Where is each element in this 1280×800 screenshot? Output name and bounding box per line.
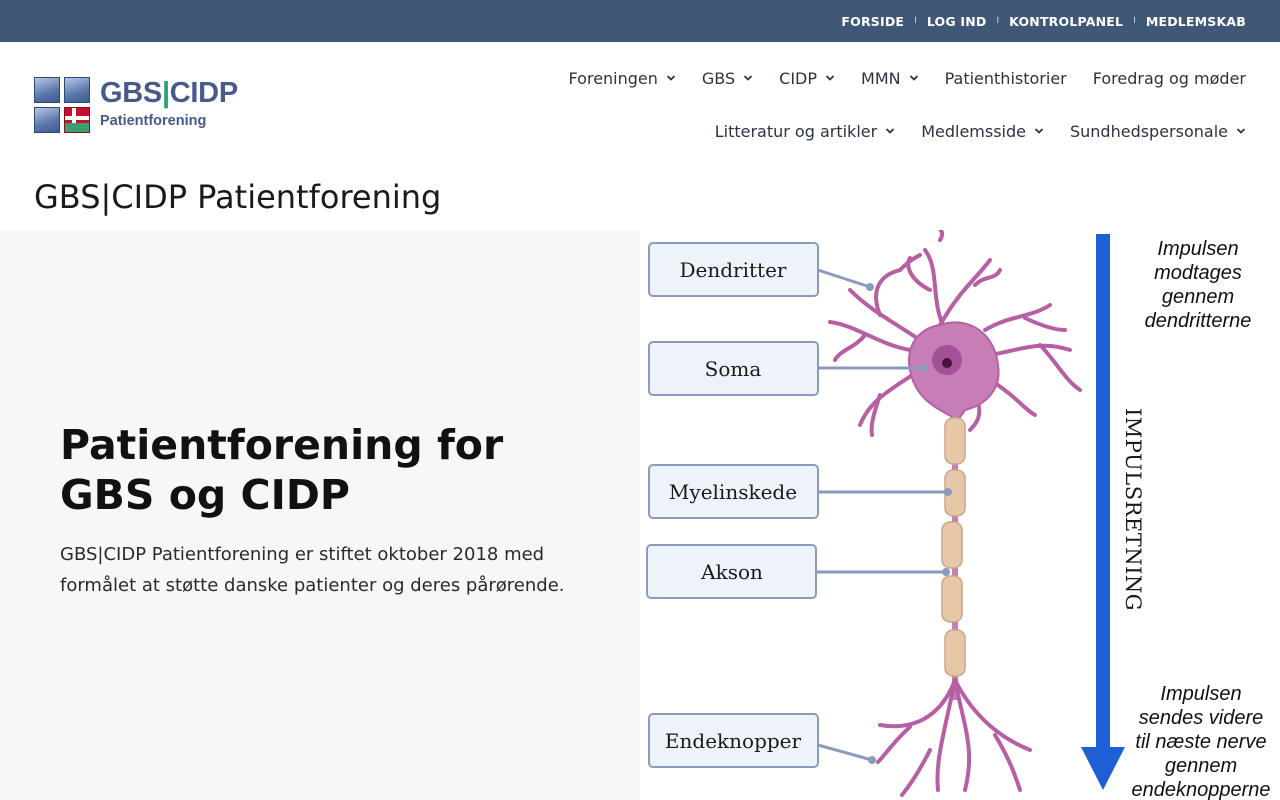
svg-text:Endeknopper: Endeknopper [665,729,802,753]
page-title: GBS|CIDP Patientforening [34,178,442,216]
hero-description: GBS|CIDP Patientforening er stiftet okto… [60,544,565,596]
chevron-down-icon [1236,128,1246,134]
myelin-sheath-shape [941,417,966,677]
nav-item-foreningen[interactable]: Foreningen [569,69,676,88]
top-note: Impulsen modtages gennem dendritterne [1145,238,1252,332]
nav-item-foredrag-og-moder[interactable]: Foredrag og møder [1093,69,1246,88]
logo-mark-icon [34,77,90,133]
chevron-down-icon [666,75,676,81]
chevron-down-icon [909,75,918,81]
danish-flag-icon [64,107,90,133]
nav-item-cidp[interactable]: CIDP [779,69,835,88]
impulse-arrow-shaft [1096,234,1110,749]
svg-text:Soma: Soma [705,357,762,381]
top-link-separator: I [1133,16,1136,26]
main-navigation: Foreningen GBS CIDP MMN Patienthistorier… [486,56,1246,153]
label-dendritter: Dendritter [648,242,874,297]
svg-text:modtages: modtages [1154,262,1242,284]
impulse-arrow-head [1081,747,1125,790]
svg-text:til næste nerve: til næste nerve [1135,731,1266,753]
nav-item-gbs[interactable]: GBS [702,69,753,88]
top-link-log-ind[interactable]: LOG IND [927,14,987,29]
label-endeknopper: Endeknopper [648,713,876,768]
top-link-separator: I [914,16,917,26]
svg-text:Dendritter: Dendritter [680,258,787,282]
nav-item-sundhedspersonale[interactable]: Sundhedspersonale [1070,122,1246,141]
svg-text:endeknopperne: endeknopperne [1131,779,1270,800]
top-utility-bar: FORSIDE I LOG IND I KONTROLPANEL I MEDLE… [0,0,1280,42]
nav-item-mmn[interactable]: MMN [861,69,919,88]
bottom-note: Impulsen sendes videre til næste nerve g… [1131,683,1270,800]
nav-item-litteratur-og-artikler[interactable]: Litteratur og artikler [715,122,895,141]
hero-text-panel: Patientforening for GBS og CIDP GBS|CIDP… [0,230,640,800]
label-soma: Soma [648,341,928,396]
svg-text:gennem: gennem [1162,286,1234,308]
site-logo[interactable]: GBS|CIDP Patientforening [34,77,249,133]
chevron-down-icon [744,75,753,81]
neuron-diagram-image: Dendritter Soma Myelinskede Akson Endekn… [640,230,1280,800]
top-link-kontrolpanel[interactable]: KONTROLPANEL [1009,14,1123,29]
impulse-direction-label: IMPULSRETNING [1121,408,1145,611]
top-link-forside[interactable]: FORSIDE [841,14,904,29]
top-utility-nav: FORSIDE I LOG IND I KONTROLPANEL I MEDLE… [841,0,1246,42]
svg-text:Impulsen: Impulsen [1160,683,1241,705]
nav-item-patienthistorier[interactable]: Patienthistorier [945,69,1067,88]
label-akson: Akson [646,544,950,599]
logo-subtitle: Patientforening [100,113,207,129]
top-link-separator: I [996,16,1000,26]
svg-text:sendes videre: sendes videre [1139,707,1264,729]
neuron-diagram: Dendritter Soma Myelinskede Akson Endekn… [646,230,1271,800]
top-link-medlemskab[interactable]: MEDLEMSKAB [1146,14,1246,29]
main-nav-row-1: Foreningen GBS CIDP MMN Patienthistorier… [486,56,1246,100]
svg-text:Myelinskede: Myelinskede [669,480,797,504]
logo-wordmark: GBS|CIDP [100,77,238,109]
chevron-down-icon [825,75,835,81]
main-nav-row-2: Litteratur og artikler Medlemsside Sundh… [486,109,1246,153]
label-myelinskede: Myelinskede [648,464,952,519]
nav-item-medlemsside[interactable]: Medlemsside [921,122,1044,141]
hero-heading: Patientforening for GBS og CIDP [60,421,504,519]
chevron-down-icon [886,128,895,134]
svg-text:dendritterne: dendritterne [1145,310,1252,332]
svg-text:gennem: gennem [1165,755,1237,777]
svg-text:Impulsen: Impulsen [1157,238,1238,260]
chevron-down-icon [1034,128,1044,134]
svg-text:Akson: Akson [700,560,763,584]
nucleolus-shape [942,358,952,368]
